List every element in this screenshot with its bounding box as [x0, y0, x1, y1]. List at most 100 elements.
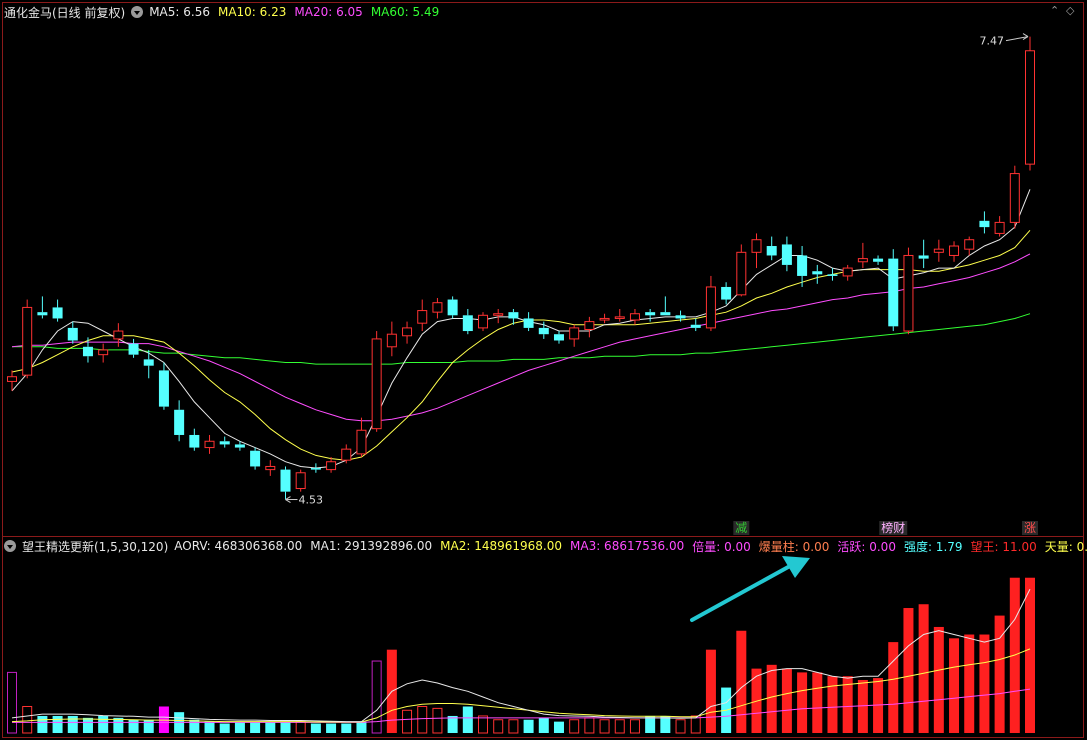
candle-body [629, 313, 640, 321]
candle-body [189, 434, 200, 448]
volume-bar [234, 721, 245, 733]
candle-body [250, 450, 261, 467]
volume-bar [797, 672, 808, 733]
candle-body [553, 334, 564, 341]
candle-body [645, 312, 656, 316]
candle-body [280, 469, 291, 492]
candle-body [478, 314, 489, 329]
volume-bar [964, 634, 975, 733]
candle-body [310, 468, 321, 470]
candle-body [949, 245, 960, 256]
candle-body [903, 254, 914, 332]
candle-body [766, 246, 777, 256]
candle-body [52, 307, 63, 319]
volume-bar [690, 715, 701, 734]
candle-body [660, 312, 671, 316]
volume-bar [189, 719, 200, 733]
candle-body [158, 370, 169, 407]
volume-bar [22, 705, 33, 734]
volume-bar [310, 723, 321, 733]
chart-canvas: 7.47 4.53 减 榜财 涨 [7, 33, 1038, 734]
candle-body [827, 274, 838, 276]
volume-bar [265, 721, 276, 733]
candle-body [143, 359, 154, 366]
volume-bar [523, 719, 534, 733]
candle-body [979, 220, 990, 228]
volume-bar [888, 642, 899, 733]
candle-body [295, 472, 306, 490]
candle-body [22, 306, 33, 376]
volume-bar [979, 634, 990, 733]
signal-marker: 涨 [1024, 520, 1036, 535]
max-price-label: 7.47 [980, 35, 1005, 48]
candle-body [873, 258, 884, 262]
volume-bar [553, 721, 564, 733]
volume-bar [781, 668, 792, 733]
candle-body [812, 271, 823, 275]
candle-body [371, 338, 382, 430]
candle-body [447, 299, 458, 316]
volume-bar [903, 608, 914, 733]
volume-bar [736, 630, 747, 733]
candle-body [751, 239, 762, 253]
min-price-label: 4.53 [298, 494, 323, 507]
volume-bar [827, 676, 838, 733]
candle-body [204, 440, 215, 449]
signal-marker: 减 [735, 521, 747, 535]
volume-bar [918, 604, 929, 733]
candle-body [113, 330, 124, 340]
candle-body [37, 312, 48, 316]
volume-bar [584, 717, 595, 734]
volume-bar [538, 717, 549, 733]
volume-bar [478, 715, 489, 734]
candle-body [493, 313, 504, 316]
candle-body [67, 327, 78, 341]
volume-bar [949, 638, 960, 733]
candle-body [1009, 173, 1020, 223]
volume-bar [508, 719, 519, 734]
volume-bar [295, 721, 306, 734]
volume-bar [37, 715, 48, 733]
candle-body [918, 255, 929, 259]
volume-bar [250, 721, 261, 733]
arrow-icon-shaft [690, 564, 792, 622]
candle-body [964, 239, 975, 250]
candle-body [432, 302, 443, 313]
volume-bar [933, 626, 944, 733]
candle-body [128, 343, 139, 355]
volume-bar [766, 664, 777, 733]
candle-body [402, 327, 413, 337]
candle-body [842, 267, 853, 277]
candle-body [538, 327, 549, 335]
candle-body [523, 318, 534, 328]
candle-body [857, 258, 868, 263]
volume-bar [204, 721, 215, 733]
volume-bar [462, 706, 473, 733]
candle-body [569, 327, 580, 340]
volume-bar [645, 715, 656, 733]
candle-body [781, 244, 792, 265]
volume-bar [447, 715, 458, 733]
volume-bar [629, 719, 640, 734]
volume-bar [599, 719, 610, 734]
candle-body [508, 312, 519, 319]
candle-body [584, 321, 595, 330]
volume-bar [82, 717, 93, 733]
candle-body [599, 317, 610, 321]
candle-body [82, 346, 93, 357]
volume-bar [356, 721, 367, 733]
candle-body [736, 251, 747, 296]
volume-bar [812, 672, 823, 733]
candle-body [356, 429, 367, 455]
volume-bar [402, 709, 413, 734]
candle-body [462, 315, 473, 332]
candle-body [7, 376, 17, 382]
volume-bar [569, 719, 580, 734]
candle-body [797, 255, 808, 276]
volume-bar [1025, 577, 1035, 733]
candle-body [386, 333, 397, 348]
candle-body [614, 316, 625, 319]
volume-bar [98, 715, 109, 733]
candle-body [219, 441, 230, 445]
candle-body [705, 286, 716, 329]
